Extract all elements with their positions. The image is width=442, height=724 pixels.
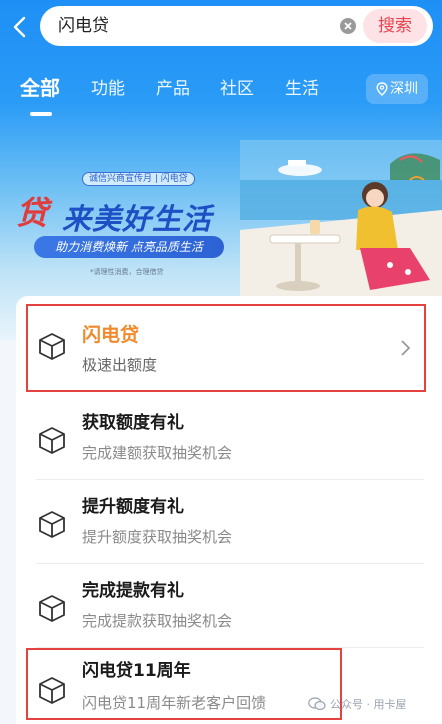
item-title: 闪电贷 — [82, 324, 140, 346]
back-arrow-icon[interactable] — [10, 14, 32, 40]
chevron-right-icon — [401, 340, 411, 356]
tab-products[interactable]: 产品 — [156, 74, 190, 99]
tab-community[interactable]: 社区 — [220, 74, 254, 99]
list-item[interactable]: 完成提款有礼 完成提款获取抽奖机会 — [16, 564, 442, 648]
item-title: 闪电贷11周年 — [82, 661, 191, 681]
search-input[interactable] — [58, 6, 308, 46]
promo-banner[interactable]: 诚信兴商宣传月 | 闪电贷 贷 来美好生活 助力消费焕新 点亮品质生活 *请理性… — [0, 124, 442, 300]
item-subtitle: 完成建额获取抽奖机会 — [82, 444, 233, 462]
category-tabs: 全部 功能 产品 社区 生活 深圳 — [0, 66, 442, 116]
tab-features[interactable]: 功能 — [91, 74, 125, 99]
city-selector[interactable]: 深圳 — [366, 74, 428, 104]
banner-illustration — [240, 140, 442, 300]
watermark: 公众号 · 用卡屋 — [308, 696, 407, 712]
search-box: 搜索 — [40, 6, 433, 46]
banner-title: 来美好生活 — [62, 202, 213, 236]
search-button[interactable]: 搜索 — [363, 9, 427, 43]
watermark-text: 公众号 · 用卡屋 — [330, 698, 407, 711]
location-pin-icon — [376, 82, 388, 96]
list-item[interactable]: 提升额度有礼 提升额度获取抽奖机会 — [16, 480, 442, 564]
wechat-icon — [308, 697, 326, 711]
clear-icon[interactable] — [340, 18, 356, 34]
cube-icon — [39, 427, 65, 454]
item-title: 获取额度有礼 — [82, 413, 184, 433]
cube-icon — [39, 333, 65, 360]
cube-icon — [39, 511, 65, 538]
cube-icon — [39, 677, 65, 704]
item-title: 完成提款有礼 — [82, 581, 184, 601]
banner-logo: 贷 — [16, 194, 49, 232]
list-item[interactable]: 闪电贷 极速出额度 — [16, 296, 442, 396]
banner-note: *请理性消费，合理借贷 — [90, 268, 164, 276]
banner-tag: 诚信兴商宣传月 | 闪电贷 — [82, 172, 195, 186]
item-subtitle: 提升额度获取抽奖机会 — [82, 528, 233, 546]
list-item[interactable]: 获取额度有礼 完成建额获取抽奖机会 — [16, 396, 442, 480]
city-label: 深圳 — [390, 81, 418, 97]
item-subtitle: 完成提款获取抽奖机会 — [82, 612, 233, 630]
search-bar-row: 搜索 — [0, 0, 442, 54]
tab-all[interactable]: 全部 — [20, 72, 60, 101]
tab-life[interactable]: 生活 — [285, 74, 319, 99]
item-subtitle: 闪电贷11周年新老客户回馈 — [82, 694, 267, 712]
list-item[interactable]: 闪电贷11周年 闪电贷11周年新老客户回馈 — [16, 648, 442, 724]
banner-subtitle: 助力消费焕新 点亮品质生活 — [34, 236, 224, 258]
cube-icon — [39, 595, 65, 622]
item-title: 提升额度有礼 — [82, 497, 184, 517]
item-subtitle: 极速出额度 — [82, 356, 158, 374]
search-results-list: 闪电贷 极速出额度 获取额度有礼 完成建额获取抽奖机会 提升额度有礼 提升额度获… — [16, 296, 442, 724]
active-tab-indicator — [30, 112, 52, 116]
